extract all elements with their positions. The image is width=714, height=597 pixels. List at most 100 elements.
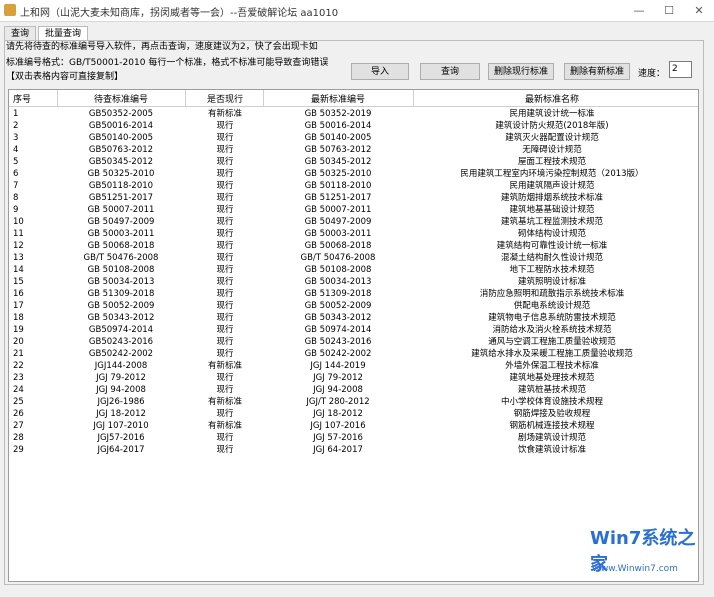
table-row[interactable]: 26 JGJ 18-2012 现行 JGJ 18-2012 钢筋焊接及验收规程 xyxy=(9,408,698,420)
cell-new-code[interactable]: GB 50343-2012 xyxy=(263,312,413,324)
cell-index[interactable]: 3 xyxy=(13,132,18,144)
table-row[interactable]: 15 GB 50034-2013 现行 GB 50034-2013 建筑照明设计标准 xyxy=(9,276,698,288)
cell-index[interactable]: 16 xyxy=(13,288,24,300)
cell-new-name[interactable]: 钢筋机械连接技术规程 xyxy=(417,420,687,432)
table-row[interactable]: 28 JGJ57-2016 现行 JGJ 57-2016 剧场建筑设计规范 xyxy=(9,432,698,444)
cell-new-code[interactable]: GB 50068-2018 xyxy=(263,240,413,252)
table-row[interactable]: 17 GB 50052-2009 现行 GB 50052-2009 供配电系统设计规范 xyxy=(9,300,698,312)
cell-new-code[interactable]: JGJ 18-2012 xyxy=(263,408,413,420)
cell-new-name[interactable]: 混凝土结构耐久性设计规范 xyxy=(417,252,687,264)
cell-new-name[interactable]: 剧场建筑设计规范 xyxy=(417,432,687,444)
cell-new-code[interactable]: GB 50140-2005 xyxy=(263,132,413,144)
cell-new-name[interactable]: 消防应急照明和疏散指示系统技术标准 xyxy=(417,288,687,300)
cell-new-name[interactable]: 砌体结构设计规范 xyxy=(417,228,687,240)
cell-new-name[interactable]: 外墙外保温工程技术标准 xyxy=(417,360,687,372)
cell-new-code[interactable]: GB 50003-2011 xyxy=(263,228,413,240)
cell-new-code[interactable]: GB 50108-2008 xyxy=(263,264,413,276)
cell-status[interactable]: 现行 xyxy=(185,300,265,312)
cell-new-name[interactable]: 地下工程防水技术规范 xyxy=(417,264,687,276)
table-row[interactable]: 1 GB50352-2005 有新标准 GB 50352-2019 民用建筑设计统一标准 xyxy=(9,108,698,120)
cell-status[interactable]: 现行 xyxy=(185,168,265,180)
cell-new-name[interactable]: 建筑设计防火规范(2018年版) xyxy=(417,120,687,132)
cell-query-code[interactable]: GB 50003-2011 xyxy=(61,228,181,240)
cell-status[interactable]: 有新标准 xyxy=(185,396,265,408)
table-row[interactable]: 9 GB 50007-2011 现行 GB 50007-2011 建筑地基基础设计规范 xyxy=(9,204,698,216)
cell-status[interactable]: 现行 xyxy=(185,324,265,336)
table-row[interactable]: 16 GB 51309-2018 现行 GB 51309-2018 消防应急照明和疏散指… xyxy=(9,288,698,300)
cell-query-code[interactable]: JGJ 107-2010 xyxy=(61,420,181,432)
cell-status[interactable]: 现行 xyxy=(185,408,265,420)
cell-status[interactable]: 现行 xyxy=(185,132,265,144)
cell-status[interactable]: 现行 xyxy=(185,180,265,192)
cell-query-code[interactable]: GB 50007-2011 xyxy=(61,204,181,216)
cell-query-code[interactable]: GB50243-2016 xyxy=(61,336,181,348)
cell-status[interactable]: 现行 xyxy=(185,336,265,348)
cell-query-code[interactable]: JGJ144-2008 xyxy=(61,360,181,372)
cell-query-code[interactable]: GB 50343-2012 xyxy=(61,312,181,324)
cell-status[interactable]: 现行 xyxy=(185,432,265,444)
cell-query-code[interactable]: GB 50068-2018 xyxy=(61,240,181,252)
cell-status[interactable]: 有新标准 xyxy=(185,420,265,432)
cell-index[interactable]: 20 xyxy=(13,336,24,348)
cell-index[interactable]: 1 xyxy=(13,108,18,120)
cell-query-code[interactable]: GB 51309-2018 xyxy=(61,288,181,300)
cell-new-name[interactable]: 建筑地基基础设计规范 xyxy=(417,204,687,216)
cell-query-code[interactable]: GB50345-2012 xyxy=(61,156,181,168)
cell-index[interactable]: 17 xyxy=(13,300,24,312)
cell-query-code[interactable]: JGJ26-1986 xyxy=(61,396,181,408)
cell-index[interactable]: 29 xyxy=(13,444,24,456)
cell-new-name[interactable]: 建筑给水排水及采暖工程施工质量验收规范 xyxy=(417,348,687,360)
cell-query-code[interactable]: GB/T 50476-2008 xyxy=(61,252,181,264)
cell-index[interactable]: 6 xyxy=(13,168,18,180)
table-row[interactable]: 25 JGJ26-1986 有新标准 JGJ/T 280-2012 中小学校体育设施技术… xyxy=(9,396,698,408)
cell-query-code[interactable]: JGJ57-2016 xyxy=(61,432,181,444)
cell-new-name[interactable]: 饮食建筑设计标准 xyxy=(417,444,687,456)
cell-query-code[interactable]: GB51251-2017 xyxy=(61,192,181,204)
import-button[interactable]: 导入 xyxy=(351,63,409,80)
cell-status[interactable]: 现行 xyxy=(185,240,265,252)
table-row[interactable]: 14 GB 50108-2008 现行 GB 50108-2008 地下工程防水技术规范 xyxy=(9,264,698,276)
cell-index[interactable]: 22 xyxy=(13,360,24,372)
results-table[interactable]: 序号 待查标准编号 是否现行 最新标准编号 最新标准名称 1 GB50352-20… xyxy=(8,89,699,582)
cell-new-name[interactable]: 钢筋焊接及验收规程 xyxy=(417,408,687,420)
table-row[interactable]: 27 JGJ 107-2010 有新标准 JGJ 107-2016 钢筋机械连接技术规程 xyxy=(9,420,698,432)
cell-query-code[interactable]: GB 50052-2009 xyxy=(61,300,181,312)
cell-new-code[interactable]: JGJ 57-2016 xyxy=(263,432,413,444)
cell-new-name[interactable]: 民用建筑工程室内环境污染控制规范（2013版） xyxy=(417,168,687,180)
cell-status[interactable]: 现行 xyxy=(185,264,265,276)
cell-query-code[interactable]: GB 50497-2009 xyxy=(61,216,181,228)
cell-query-code[interactable]: GB50763-2012 xyxy=(61,144,181,156)
cell-new-name[interactable]: 建筑结构可靠性设计统一标准 xyxy=(417,240,687,252)
close-icon[interactable]: ✕ xyxy=(684,0,714,22)
cell-new-name[interactable]: 建筑物电子信息系统防雷技术规范 xyxy=(417,312,687,324)
table-row[interactable]: 6 GB 50325-2010 现行 GB 50325-2010 民用建筑工程室内环境污… xyxy=(9,168,698,180)
cell-new-name[interactable]: 建筑灭火器配置设计规范 xyxy=(417,132,687,144)
cell-index[interactable]: 5 xyxy=(13,156,18,168)
cell-query-code[interactable]: GB50974-2014 xyxy=(61,324,181,336)
cell-query-code[interactable]: GB50352-2005 xyxy=(61,108,181,120)
table-row[interactable]: 24 JGJ 94-2008 现行 JGJ 94-2008 建筑桩基技术规范 xyxy=(9,384,698,396)
table-row[interactable]: 7 GB50118-2010 现行 GB 50118-2010 民用建筑隔声设计规范 xyxy=(9,180,698,192)
table-row[interactable]: 4 GB50763-2012 现行 GB 50763-2012 无障碍设计规范 xyxy=(9,144,698,156)
cell-index[interactable]: 7 xyxy=(13,180,18,192)
table-row[interactable]: 13 GB/T 50476-2008 现行 GB/T 50476-2008 混凝土结构耐… xyxy=(9,252,698,264)
tab-query[interactable]: 查询 xyxy=(4,26,37,40)
cell-new-code[interactable]: GB 50243-2016 xyxy=(263,336,413,348)
cell-new-code[interactable]: JGJ 107-2016 xyxy=(263,420,413,432)
cell-status[interactable]: 现行 xyxy=(185,120,265,132)
cell-new-name[interactable]: 建筑基坑工程监测技术规范 xyxy=(417,216,687,228)
cell-status[interactable]: 现行 xyxy=(185,228,265,240)
cell-query-code[interactable]: GB 50034-2013 xyxy=(61,276,181,288)
cell-query-code[interactable]: JGJ 79-2012 xyxy=(61,372,181,384)
cell-new-code[interactable]: GB 50007-2011 xyxy=(263,204,413,216)
cell-new-name[interactable]: 中小学校体育设施技术规程 xyxy=(417,396,687,408)
cell-index[interactable]: 10 xyxy=(13,216,24,228)
table-row[interactable]: 2 GB50016-2014 现行 GB 50016-2014 建筑设计防火规范(201… xyxy=(9,120,698,132)
cell-query-code[interactable]: GB 50108-2008 xyxy=(61,264,181,276)
cell-new-name[interactable]: 无障碍设计规范 xyxy=(417,144,687,156)
cell-new-code[interactable]: JGJ 79-2012 xyxy=(263,372,413,384)
cell-index[interactable]: 12 xyxy=(13,240,24,252)
cell-new-code[interactable]: GB 50325-2010 xyxy=(263,168,413,180)
cell-new-code[interactable]: GB 50052-2009 xyxy=(263,300,413,312)
header-query-code[interactable]: 待查标准编号 xyxy=(61,92,181,105)
